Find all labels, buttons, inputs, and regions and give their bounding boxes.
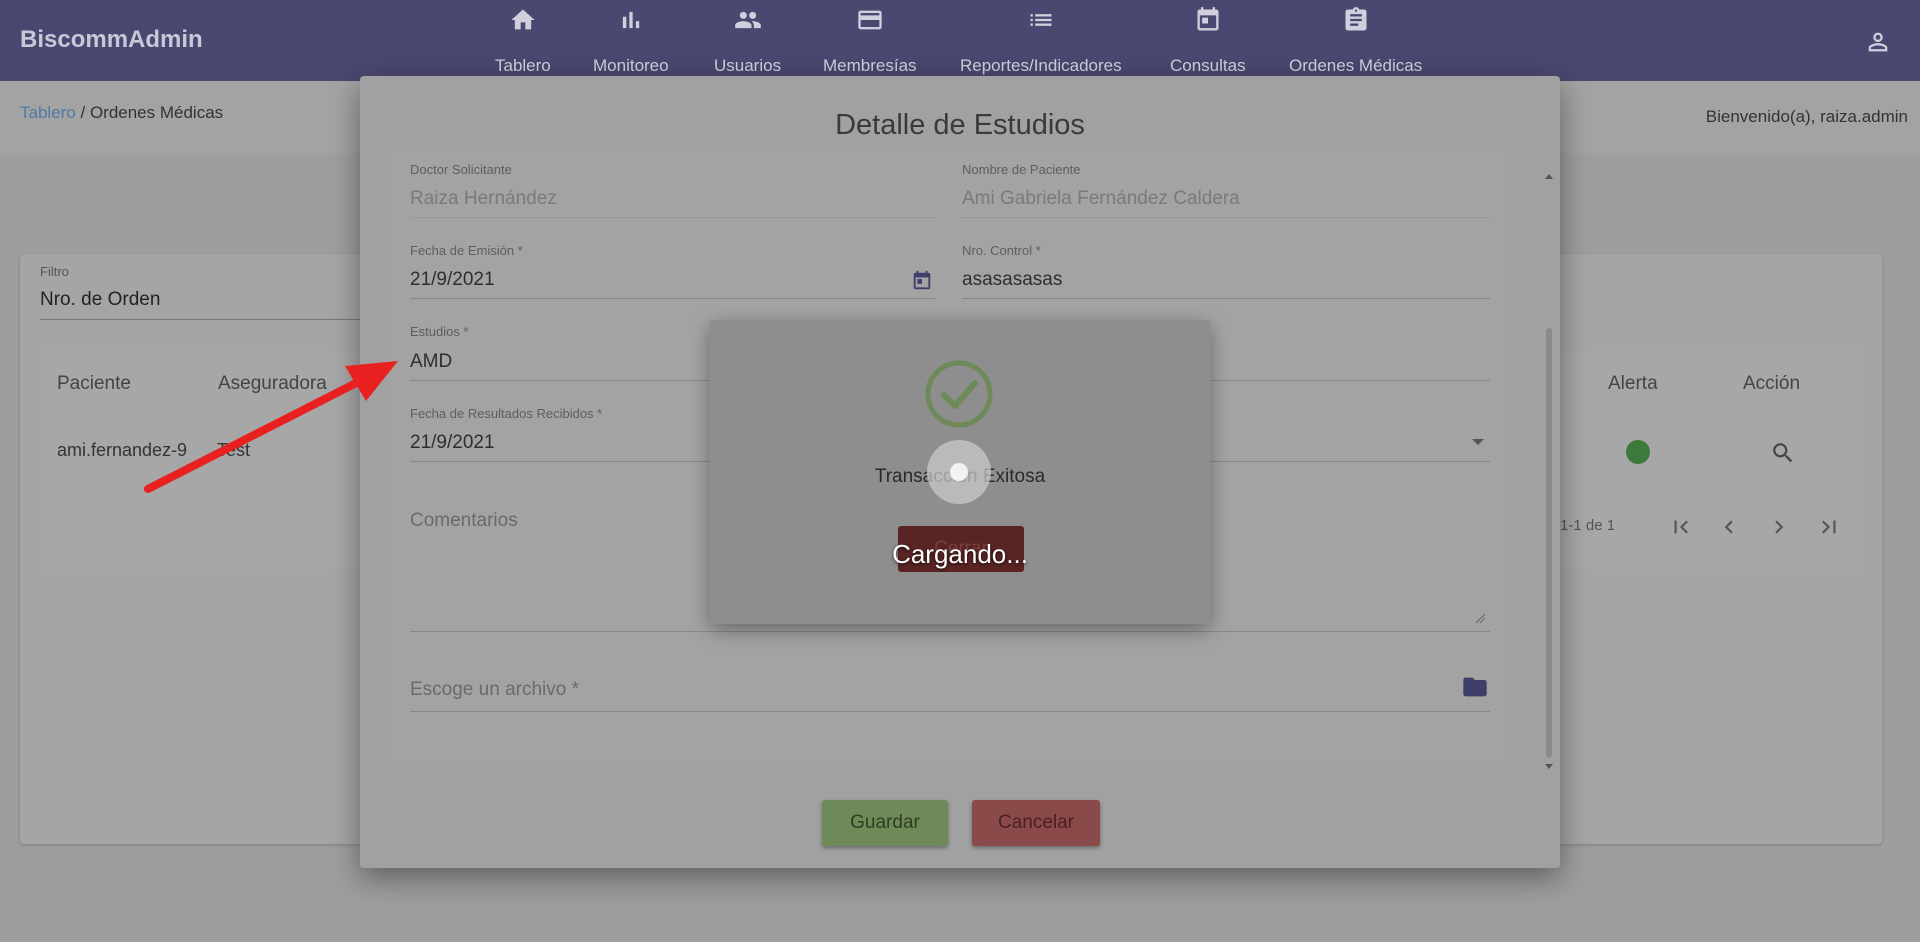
bar-chart-icon — [622, 11, 639, 29]
loading-text: Cargando... — [892, 539, 1028, 569]
doctor-label: Doctor Solicitante — [410, 162, 512, 177]
file-input[interactable]: Escoge un archivo * — [410, 679, 579, 701]
alert-status-dot — [1626, 440, 1650, 464]
chevron-down-icon[interactable] — [1472, 439, 1484, 445]
filter-select[interactable]: Nro. de Orden — [40, 289, 160, 311]
app-brand[interactable]: BiscommAdmin — [20, 26, 203, 54]
results-date-field[interactable]: 21/9/2021 — [410, 432, 495, 454]
column-header-insurer[interactable]: Aseguradora — [218, 373, 327, 395]
column-header-patient[interactable]: Paciente — [57, 373, 131, 395]
breadcrumb-separator: / — [75, 103, 90, 122]
clipboard-icon — [1345, 7, 1367, 31]
patient-underline — [962, 217, 1490, 218]
nav-label: Consultas — [1170, 56, 1246, 75]
cancel-button[interactable]: Cancelar — [972, 800, 1100, 846]
patient-field: Ami Gabriela Fernández Caldera — [962, 188, 1240, 209]
folder-icon[interactable] — [1460, 673, 1490, 701]
list-icon — [1030, 14, 1052, 26]
loading-spinner-dot — [950, 463, 968, 481]
nav-label: Reportes/Indicadores — [960, 56, 1122, 75]
nav-label: Tablero — [495, 56, 551, 75]
search-icon[interactable] — [1770, 440, 1796, 466]
nav-item-monitoreo[interactable]: Monitoreo — [593, 4, 669, 80]
last-page-icon[interactable] — [1816, 514, 1842, 540]
next-page-icon[interactable] — [1766, 514, 1792, 540]
nav-item-reportes[interactable]: Reportes/Indicadores — [960, 4, 1122, 80]
home-icon — [511, 9, 535, 30]
breadcrumb-current: Ordenes Médicas — [89, 103, 224, 122]
nav-item-tablero[interactable]: Tablero — [495, 4, 551, 80]
filter-label: Filtro — [40, 264, 69, 279]
modal-title: Detalle de Estudios — [835, 109, 1085, 141]
pager-range: 1-1 de 1 — [1560, 517, 1616, 534]
control-label: Nro. Control * — [962, 243, 1041, 258]
nav-label: Membresías — [823, 56, 917, 75]
nav-item-ordenes-medicas[interactable]: Ordenes Médicas — [1289, 4, 1422, 80]
breadcrumb-link-tablero[interactable]: Tablero — [20, 103, 76, 122]
patient-label: Nombre de Paciente — [962, 162, 1081, 177]
nav-item-usuarios[interactable]: Usuarios — [714, 4, 781, 80]
issue-date-label: Fecha de Emisión * — [410, 243, 523, 258]
first-page-icon[interactable] — [1668, 514, 1694, 540]
save-button[interactable]: Guardar — [822, 800, 948, 846]
issue-date-field[interactable]: 21/9/2021 — [410, 269, 495, 291]
doctor-underline — [410, 217, 935, 218]
prev-page-icon[interactable] — [1716, 514, 1742, 540]
resize-grip-icon[interactable] — [1474, 612, 1486, 624]
welcome-text: Bienvenido(a), raiza.admin — [1705, 107, 1908, 126]
nav-item-consultas[interactable]: Consultas — [1170, 4, 1246, 80]
column-header-alert[interactable]: Alerta — [1608, 373, 1658, 395]
top-navbar: BiscommAdmin Tablero Monitoreo Usuarios … — [0, 0, 1920, 81]
control-field[interactable]: asasasasas — [962, 269, 1062, 291]
column-header-action[interactable]: Acción — [1743, 373, 1800, 395]
doctor-field: Raiza Hernández — [410, 188, 557, 209]
studies-label: Estudios * — [410, 324, 469, 339]
check-circle-icon — [925, 360, 993, 428]
credit-card-icon — [858, 10, 882, 30]
comments-textarea[interactable]: Comentarios — [410, 510, 518, 532]
calendar-icon[interactable] — [911, 270, 933, 292]
breadcrumb: Tablero / Ordenes Médicas — [20, 103, 223, 123]
file-underline — [410, 711, 1490, 712]
scroll-down-icon[interactable] — [1545, 764, 1553, 769]
account-icon[interactable] — [1864, 28, 1892, 56]
nav-label: Monitoreo — [593, 56, 669, 75]
table-cell-insurer: Test — [217, 440, 251, 460]
modal-scrollbar-thumb[interactable] — [1546, 328, 1552, 758]
scroll-up-icon[interactable] — [1545, 174, 1553, 179]
nav-label: Ordenes Médicas — [1289, 56, 1423, 75]
filter-underline — [40, 319, 370, 320]
nav-label: Usuarios — [714, 56, 782, 75]
nav-item-membresias[interactable]: Membresías — [823, 4, 917, 80]
issue-date-underline — [410, 298, 935, 299]
studies-field[interactable]: AMD — [410, 351, 452, 373]
calendar-icon — [1197, 7, 1219, 31]
control-underline — [962, 298, 1490, 299]
results-date-label: Fecha de Resultados Recibidos * — [410, 406, 603, 421]
table-cell-patient: ami.fernandez-9 — [57, 440, 188, 460]
comments-underline — [410, 631, 1490, 632]
users-icon — [734, 11, 761, 29]
